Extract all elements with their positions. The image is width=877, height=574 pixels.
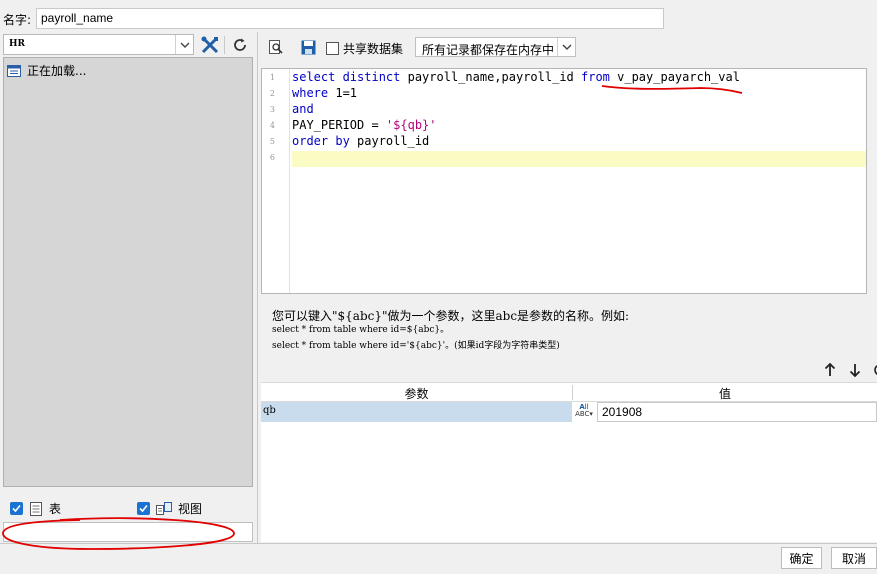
dataset-editor-window: 名字: payroll_name HR 正在加载... 表 视图 共享数据集 所…: [0, 0, 877, 574]
preview-magnifier-icon: [269, 40, 283, 54]
param-name-cell[interactable]: qb: [261, 402, 572, 422]
red-underline-annotation: [601, 85, 743, 94]
code-line: PAY_PERIOD = '${qb}': [292, 117, 437, 133]
toolbar-divider: [224, 36, 225, 54]
line-number: 5: [269, 137, 275, 146]
chevron-down-icon[interactable]: [175, 35, 193, 54]
sql-code-area[interactable]: select distinct payroll_name,payroll_id …: [292, 69, 866, 293]
storage-mode-select[interactable]: 所有记录都保存在内存中: [415, 37, 576, 57]
chevron-down-icon[interactable]: [557, 38, 575, 56]
share-dataset-checkbox[interactable]: [326, 42, 339, 55]
line-number: 4: [269, 121, 275, 130]
line-number: 2: [269, 89, 275, 98]
table-icon: [30, 501, 42, 516]
tree-item-loading[interactable]: 正在加载...: [7, 62, 86, 79]
move-param-up-button[interactable]: [818, 359, 842, 381]
line-number-gutter: 1 2 3 4 5 6: [262, 69, 290, 293]
sql-keyword: order by: [292, 134, 350, 148]
line-number: 6: [269, 153, 275, 162]
abc-type-icon[interactable]: All ABC▾: [573, 402, 595, 422]
floppy-disk-icon: [301, 40, 315, 54]
param-table-body: qb All ABC▾ 201908: [261, 402, 877, 542]
view-checkbox[interactable]: [137, 502, 150, 515]
sql-text: 1=1: [328, 86, 358, 100]
sql-string: '${qb}': [385, 118, 437, 132]
tree-item-label: 正在加载...: [27, 64, 87, 78]
sql-editor[interactable]: 1 2 3 4 5 6 select distinct payroll_name…: [261, 68, 867, 294]
arrow-up-icon: [824, 363, 836, 376]
code-line: order by payroll_id: [292, 133, 429, 149]
datasource-select[interactable]: HR: [3, 34, 194, 55]
share-dataset-toggle[interactable]: 共享数据集: [326, 40, 403, 57]
sql-keyword: select distinct: [292, 70, 401, 84]
code-line: and: [292, 101, 314, 117]
preview-button[interactable]: [264, 36, 288, 58]
column-header-value: 值: [718, 387, 731, 401]
move-param-down-button[interactable]: [843, 359, 867, 381]
param-table-header: 参数 值: [261, 382, 877, 402]
refresh-button[interactable]: [228, 34, 252, 56]
code-line: where 1=1: [292, 85, 357, 101]
name-input[interactable]: payroll_name: [36, 8, 664, 29]
red-circle-annotation: [2, 517, 235, 550]
name-label: 名字:: [3, 13, 32, 27]
table-tree-panel[interactable]: 正在加载...: [3, 57, 253, 487]
datasource-select-value: HR: [9, 39, 25, 49]
sql-text: payroll_id: [349, 134, 430, 148]
param-help-example-2: select * from table where id='${abc}'。(如…: [272, 341, 560, 351]
arrow-down-icon: [849, 364, 861, 377]
cancel-button[interactable]: 取消: [831, 547, 877, 569]
param-value-input[interactable]: 201908: [597, 402, 877, 422]
database-table-icon: [7, 64, 21, 77]
save-button[interactable]: [296, 36, 320, 58]
wrench-screwdriver-icon: [201, 36, 219, 54]
line-number: 3: [269, 105, 275, 114]
panel-splitter[interactable]: [257, 32, 258, 544]
refresh-icon: [234, 38, 246, 51]
sql-keyword: and: [292, 102, 314, 116]
connection-settings-button[interactable]: [198, 34, 222, 56]
table-checkbox[interactable]: [10, 502, 23, 515]
storage-mode-value: 所有记录都保存在内存中: [422, 43, 555, 57]
refresh-params-button[interactable]: [868, 359, 877, 381]
ok-button[interactable]: 确定: [781, 547, 822, 569]
param-help-example-1: select * from table where id=${abc}。: [272, 325, 450, 335]
line-number: 1: [269, 73, 275, 82]
refresh-icon: [874, 365, 877, 375]
sql-text: payroll_name,payroll_id: [400, 70, 581, 84]
sql-text: PAY_PERIOD =: [292, 118, 386, 132]
code-line-active: [292, 151, 866, 167]
sql-keyword: where: [292, 86, 329, 100]
column-header-param: 参数: [404, 387, 429, 401]
view-icon: [156, 501, 172, 515]
share-dataset-label: 共享数据集: [343, 42, 404, 56]
